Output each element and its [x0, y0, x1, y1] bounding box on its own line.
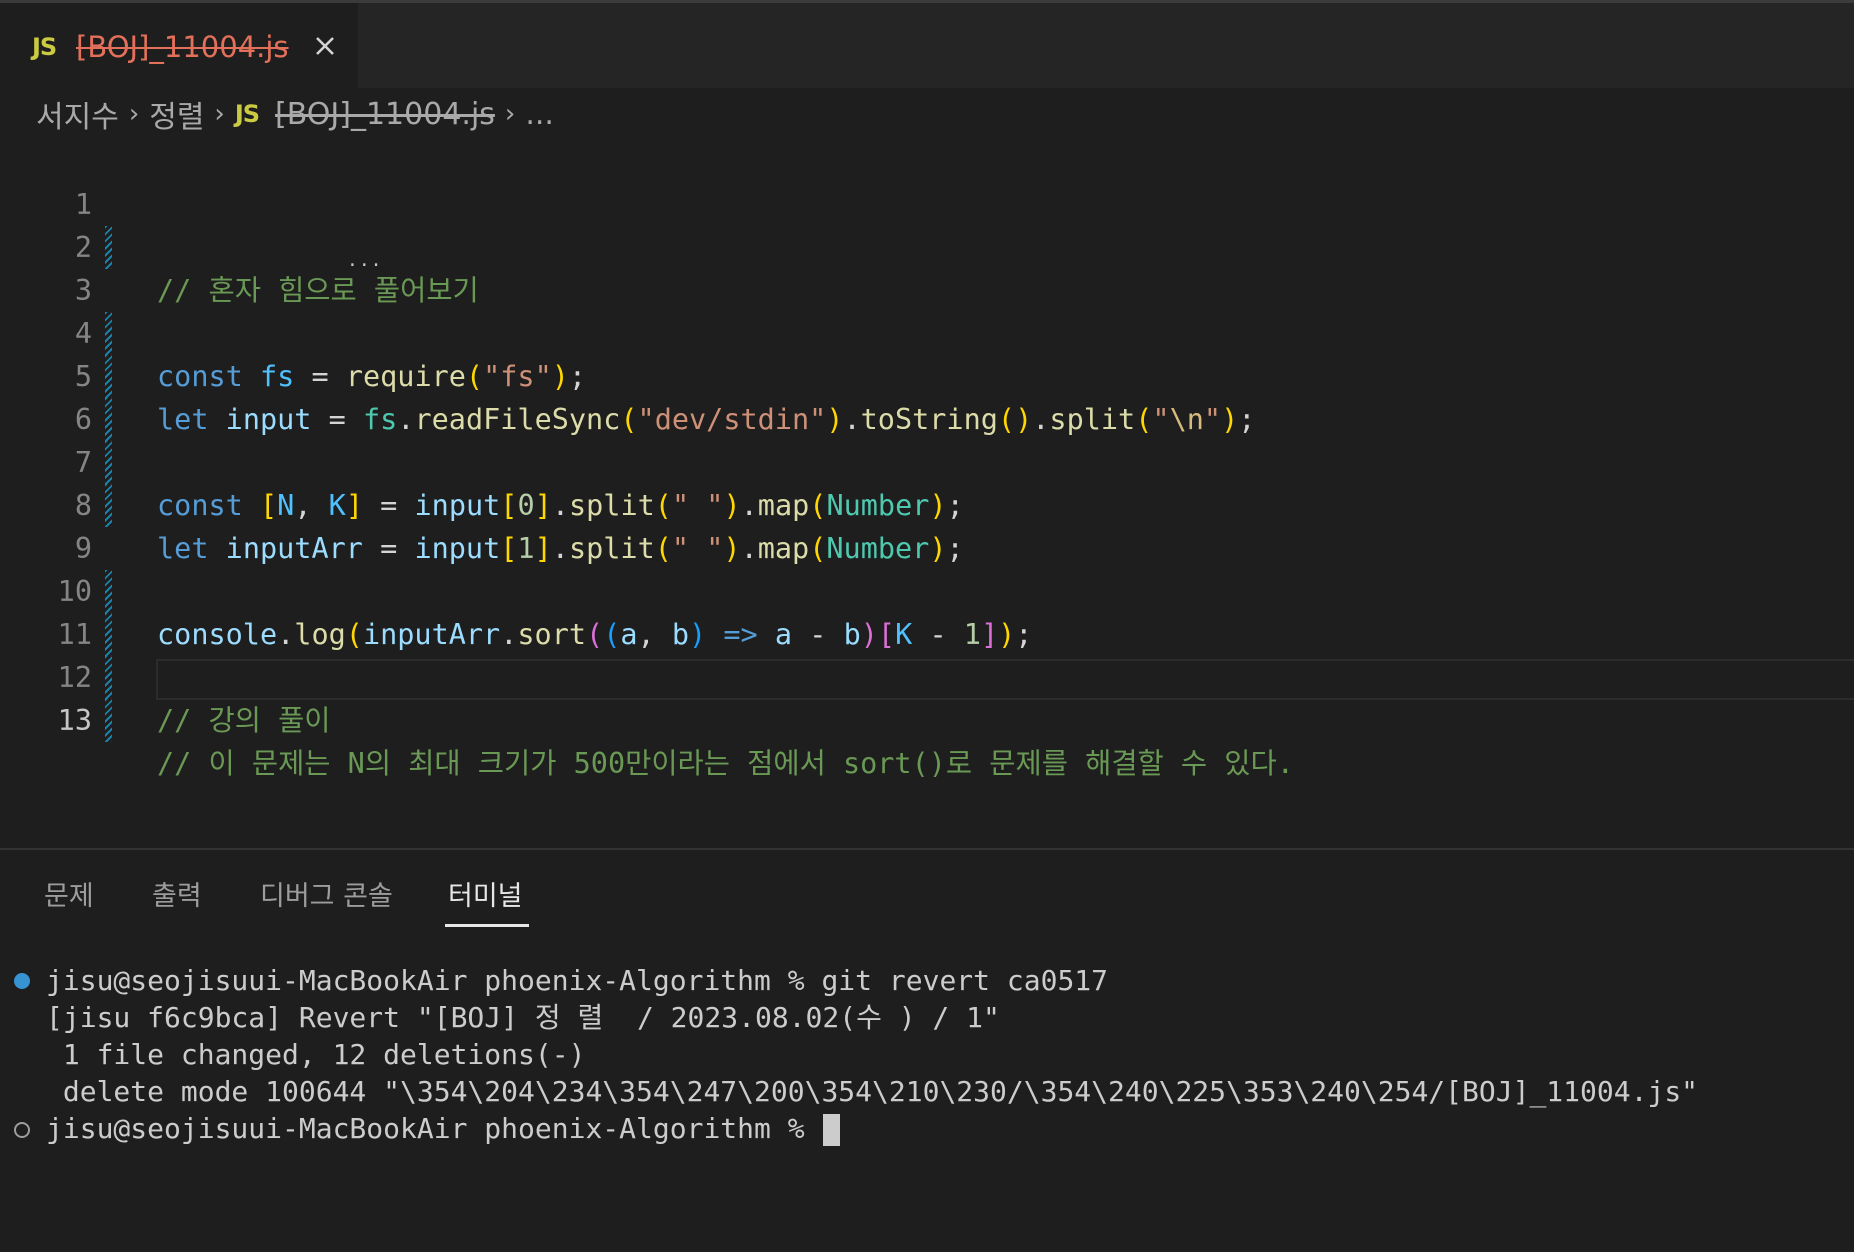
- active-tab-indicator: [445, 924, 529, 927]
- command-pending-dot-icon[interactable]: [14, 1122, 30, 1138]
- terminal-cursor: [823, 1114, 841, 1146]
- breadcrumb: 서지수 › 정렬 › JS [BOJ]_11004.js › ...: [36, 92, 554, 136]
- chevron-right-icon: ›: [128, 99, 140, 129]
- javascript-file-icon: JS: [234, 100, 260, 128]
- line-number: 13: [57, 704, 92, 737]
- git-change-marker: [105, 699, 112, 742]
- breadcrumb-file[interactable]: [BOJ]_11004.js: [275, 97, 495, 132]
- code-line: 11 // 강의 풀이: [0, 570, 1854, 737]
- code-line: 5: [0, 312, 1854, 441]
- breadcrumb-folder-seojisu[interactable]: 서지수: [36, 92, 119, 136]
- code-line: 2: [0, 183, 1854, 264]
- code-line: 6 const [N, K] = input[0].split(" ").map…: [0, 355, 1854, 522]
- terminal-prompt: jisu@seojisuui-MacBookAir phoenix-Algori…: [46, 1112, 822, 1145]
- tab-terminal[interactable]: 터미널: [448, 874, 523, 913]
- code-line: 4 let input = fs.readFileSync("dev/stdin…: [0, 269, 1854, 436]
- command-success-dot-icon[interactable]: [14, 973, 30, 989]
- code-line: 7 let inputArr = input[1].split(" ").map…: [0, 398, 1854, 565]
- terminal-line: [jisu f6c9bca] Revert "[BOJ] 정 렬 / 2023.…: [46, 1001, 1000, 1034]
- terminal-prompt-line: jisu@seojisuui-MacBookAir phoenix-Algori…: [46, 1110, 841, 1147]
- terminal-line: 1 file changed, 12 deletions(-): [46, 1038, 586, 1071]
- panel-tab-bar: 문제 출력 디버그 콘솔 터미널: [0, 850, 1854, 930]
- bottom-panel: 문제 출력 디버그 콘솔 터미널 jisu@seojisuui-MacBookA…: [0, 848, 1854, 1252]
- terminal-line: delete mode 100644 "\354\204\234\354\247…: [46, 1075, 1699, 1108]
- code-editor[interactable]: 1 // 혼자 힘으로 풀어보기 2 3 const fs = require(…: [0, 140, 1854, 846]
- code-line: 13: [0, 656, 1854, 737]
- chevron-right-icon: ›: [504, 99, 516, 129]
- chevron-right-icon: ›: [214, 99, 225, 129]
- code-line: 1 // 혼자 힘으로 풀어보기: [0, 140, 1854, 307]
- code-line: 9 console.log(inputArr.sort((a, b) => a …: [0, 484, 1854, 651]
- vscode-window: JS [BOJ]_11004.js 서지수 › 정렬 › JS [BOJ]_11…: [0, 0, 1854, 1252]
- terminal-line: jisu@seojisuui-MacBookAir phoenix-Algori…: [46, 964, 1109, 997]
- breadcrumb-folder-sort[interactable]: 정렬: [149, 92, 204, 136]
- editor-tab-bar: JS [BOJ]_11004.js: [0, 0, 1854, 88]
- javascript-file-icon: JS: [32, 33, 57, 61]
- code-line: 12 // 이 문제는 N의 최대 크기가 500만이라는 점에서 sort()…: [0, 613, 1854, 780]
- code-comment: // 강의 풀이: [157, 704, 331, 737]
- code-line: 3 const fs = require("fs");: [0, 226, 1854, 393]
- code-line: 8: [0, 441, 1854, 522]
- tab-debug-console[interactable]: 디버그 콘솔: [260, 874, 393, 913]
- editor-tab-boj-11004[interactable]: JS [BOJ]_11004.js: [0, 3, 358, 88]
- breadcrumb-symbols[interactable]: ...: [525, 97, 554, 132]
- tab-title: [BOJ]_11004.js: [76, 30, 289, 64]
- close-icon[interactable]: [308, 29, 342, 63]
- code-line: 10: [0, 527, 1854, 656]
- tab-problems[interactable]: 문제: [44, 874, 94, 913]
- tab-output[interactable]: 출력: [152, 874, 202, 913]
- code-comment: // 이 문제는 N의 최대 크기가 500만이라는 점에서 sort()로 문…: [157, 747, 1294, 780]
